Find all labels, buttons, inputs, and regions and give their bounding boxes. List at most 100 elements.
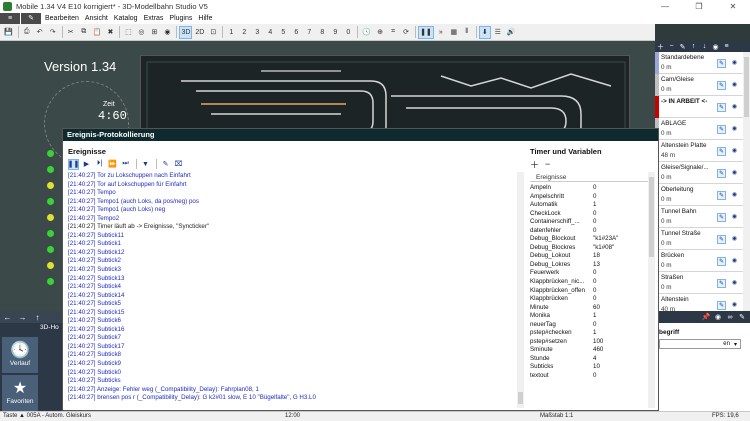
preset-3-button[interactable]: 3 bbox=[251, 26, 263, 39]
close-icon[interactable]: ✕ bbox=[716, 0, 750, 13]
variable-row[interactable]: Debug_Blockres "k1#08" bbox=[530, 244, 648, 253]
pencil-icon[interactable]: ✎ bbox=[717, 81, 726, 90]
arrow-right-icon[interactable]: → bbox=[15, 313, 30, 322]
clock-icon[interactable]: 🕓 bbox=[360, 26, 373, 39]
view-2d-button[interactable]: 2D bbox=[193, 26, 206, 39]
minus-icon[interactable]: − bbox=[666, 43, 677, 50]
arrow-left-icon[interactable]: ← bbox=[0, 313, 15, 322]
preset-9-button[interactable]: 9 bbox=[329, 26, 341, 39]
undo-icon[interactable]: ↶ bbox=[34, 26, 46, 39]
layer-item[interactable]: Tunnel Straße 0 m ✎ ◉ bbox=[655, 228, 743, 250]
eye-icon[interactable]: ◉ bbox=[730, 59, 739, 68]
scroll-thumb[interactable] bbox=[744, 57, 749, 117]
pencil-icon[interactable]: ✎ bbox=[160, 159, 171, 170]
pencil-icon[interactable]: ✎ bbox=[677, 43, 688, 51]
select-icon[interactable]: ⬚ bbox=[122, 26, 134, 39]
lines-icon[interactable]: ☰ bbox=[492, 26, 504, 39]
pencil-icon[interactable]: ✎ bbox=[717, 125, 726, 134]
variable-row[interactable]: CheckLock 0 bbox=[530, 210, 648, 219]
crosshair-icon[interactable]: ⊕ bbox=[374, 26, 386, 39]
variable-row[interactable]: pstep#checken 1 bbox=[530, 329, 648, 338]
pencil-icon[interactable]: ✎ bbox=[717, 191, 726, 200]
eye-icon[interactable]: ◉ bbox=[730, 103, 739, 112]
copy-icon[interactable]: ⧉ bbox=[78, 26, 90, 39]
pencil-icon[interactable]: ✎ bbox=[717, 213, 726, 222]
layer-item[interactable]: Standardebene 0 m ✎ ◉ bbox=[655, 52, 743, 74]
pause-icon[interactable]: ❚❚ bbox=[68, 158, 79, 170]
menu-hilfe[interactable]: Hilfe bbox=[195, 15, 215, 22]
delete-icon[interactable]: ✖ bbox=[104, 26, 116, 39]
eye-icon[interactable]: ◉ bbox=[730, 147, 739, 156]
eye-icon[interactable]: ◉ bbox=[730, 169, 739, 178]
eye-icon[interactable]: ◉ bbox=[730, 301, 739, 310]
preset-6-button[interactable]: 6 bbox=[290, 26, 302, 39]
eye-icon[interactable]: ◉ bbox=[730, 279, 739, 288]
play-icon[interactable]: ▶ bbox=[81, 159, 92, 170]
pencil-icon[interactable]: ✎ bbox=[717, 169, 726, 178]
pencil-icon[interactable]: ✎ bbox=[717, 103, 726, 112]
layer-item[interactable]: Tunnel Bahn 0 m ✎ ◉ bbox=[655, 206, 743, 228]
layer-item[interactable]: ABLAGE 0 m ✎ ◉ bbox=[655, 118, 743, 140]
refresh-icon[interactable]: ⟳ bbox=[400, 26, 412, 39]
preset-2-button[interactable]: 2 bbox=[238, 26, 250, 39]
eye-icon[interactable]: ◉ bbox=[730, 235, 739, 244]
variable-row[interactable]: Klappbrücken_nic... 0 bbox=[530, 278, 648, 287]
app-menu-icon[interactable]: ≡ bbox=[0, 13, 20, 24]
variable-row[interactable]: neuerTag 0 bbox=[530, 321, 648, 330]
view-icon[interactable]: ⊞ bbox=[148, 26, 160, 39]
variable-row[interactable]: Stunde 4 bbox=[530, 355, 648, 364]
variable-row[interactable]: datenfehler 0 bbox=[530, 227, 648, 236]
eye-icon[interactable]: ◉ bbox=[730, 257, 739, 266]
variable-row[interactable]: textout 0 bbox=[530, 372, 648, 381]
scroll-thumb[interactable] bbox=[649, 177, 654, 257]
layer-item[interactable]: -> IN ARBEIT <- ✎ ◉ bbox=[655, 96, 743, 118]
download-icon[interactable]: ⬇ bbox=[478, 25, 491, 39]
variable-row[interactable]: Klappbrücken 0 bbox=[530, 295, 648, 304]
variable-row[interactable]: Debug_Lokout 18 bbox=[530, 252, 648, 261]
maximize-icon[interactable]: ❐ bbox=[682, 0, 716, 13]
save-icon[interactable]: 💾 bbox=[2, 26, 15, 39]
event-log-scrollbar[interactable] bbox=[517, 172, 524, 408]
fast-forward-icon[interactable]: ⏩ bbox=[107, 159, 118, 170]
minus-icon[interactable]: − bbox=[545, 159, 550, 169]
pause-icon[interactable]: ❚❚ bbox=[418, 25, 434, 39]
variable-row[interactable]: Debug_Lokres 13 bbox=[530, 261, 648, 270]
filter-select[interactable]: en ▾ bbox=[659, 339, 741, 349]
eye-icon[interactable]: ◉ bbox=[730, 191, 739, 200]
menu-ansicht[interactable]: Ansicht bbox=[82, 15, 111, 22]
layer-item[interactable]: Oberleitung 0 m ✎ ◉ bbox=[655, 184, 743, 206]
pencil-icon[interactable]: ✎ bbox=[717, 147, 726, 156]
event-log[interactable]: [21:40:27] Tor zu Lokschuppen nach Einfa… bbox=[68, 172, 516, 408]
preset-0-button[interactable]: 0 bbox=[342, 26, 354, 39]
arrow-down-icon[interactable]: ↓ bbox=[699, 43, 710, 50]
print-icon[interactable]: ⎙ bbox=[21, 26, 33, 39]
variable-row[interactable]: Minute 60 bbox=[530, 304, 648, 313]
eye-icon[interactable]: ◉ bbox=[730, 81, 739, 90]
variable-row[interactable]: Debug_Blockout "k1#23A" bbox=[530, 235, 648, 244]
eye-icon[interactable]: ◉ bbox=[730, 125, 739, 134]
arrow-up-icon[interactable]: ↑ bbox=[30, 313, 45, 322]
variables-group-header[interactable]: Ereignisse bbox=[530, 173, 654, 182]
layer-item[interactable]: Altenstein Platte 48 m ✎ ◉ bbox=[655, 140, 743, 162]
menu-extras[interactable]: Extras bbox=[141, 15, 167, 22]
speaker-icon[interactable]: 🔊 bbox=[505, 26, 518, 39]
scroll-thumb[interactable] bbox=[518, 392, 523, 404]
view-3d-button[interactable]: 3D bbox=[179, 25, 193, 39]
variable-row[interactable]: Ampeln 0 bbox=[530, 184, 648, 193]
layer-item[interactable]: Cam/Gleise 0 m ✎ ◉ bbox=[655, 74, 743, 96]
variable-row[interactable]: Automatik 1 bbox=[530, 201, 648, 210]
menu-plugins[interactable]: Plugins bbox=[166, 15, 195, 22]
eye-icon[interactable]: ◉ bbox=[712, 313, 724, 321]
redo-icon[interactable]: ↷ bbox=[47, 26, 59, 39]
clear-icon[interactable]: ⌧ bbox=[173, 159, 184, 170]
variable-row[interactable]: Containerschiff_... 0 bbox=[530, 218, 648, 227]
verlauf-button[interactable]: 🕓 Verlauf bbox=[2, 337, 38, 373]
favoriten-button[interactable]: ★ Favoriten bbox=[2, 375, 38, 411]
pencil-icon[interactable]: ✎ bbox=[717, 301, 726, 310]
preset-5-button[interactable]: 5 bbox=[277, 26, 289, 39]
variable-row[interactable]: Klappbrücken_offen 0 bbox=[530, 287, 648, 296]
link-icon[interactable]: ∞ bbox=[724, 314, 736, 321]
layer-item[interactable]: Straßen 0 m ✎ ◉ bbox=[655, 272, 743, 294]
eye-icon[interactable]: ◉ bbox=[730, 213, 739, 222]
menu-bearbeiten[interactable]: Bearbeiten bbox=[42, 15, 82, 22]
